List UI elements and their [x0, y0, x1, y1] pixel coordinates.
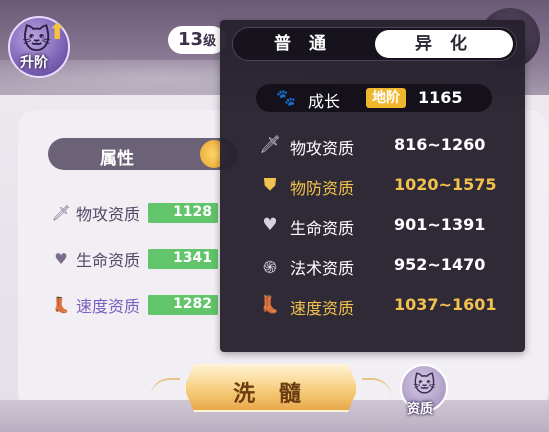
- growth-label: 成长: [308, 92, 341, 111]
- boot-icon: 👢: [259, 295, 281, 315]
- aptitude-label: 资质: [407, 402, 434, 417]
- aptitude-row-hp: ♥ 生命资质 901~1391: [258, 213, 508, 239]
- aptitude-range: 1037~1601: [394, 295, 497, 314]
- aptitude-name: 物攻资质: [290, 139, 355, 158]
- aptitude-row-magic: ֍ 法术资质 952~1470: [258, 253, 508, 279]
- swirl-icon: ֍: [263, 258, 277, 278]
- levelup-label: 升阶: [20, 55, 48, 71]
- stat-bar: 1282: [148, 295, 218, 315]
- level-indicator: 13 级: [168, 26, 227, 54]
- tab-mutant[interactable]: 异 化: [375, 30, 513, 58]
- attributes-tab-label: 属性: [100, 149, 134, 169]
- aptitude-range: 1020~1575: [394, 175, 497, 194]
- tab-normal[interactable]: 普 通: [233, 28, 373, 60]
- aptitude-name: 生命资质: [290, 219, 355, 238]
- aptitude-name: 法术资质: [290, 259, 355, 278]
- stat-value: 1341: [173, 250, 212, 266]
- shield-icon: ⛊: [263, 175, 277, 195]
- stat-row-attack: 🗡 物攻资质 1128: [50, 200, 218, 226]
- stat-name: 物攻资质: [76, 205, 141, 224]
- aptitude-name: 物防资质: [290, 179, 355, 198]
- stat-bar: 1341: [148, 249, 218, 269]
- stat-name: 速度资质: [76, 297, 141, 316]
- stat-value: 1282: [173, 296, 212, 312]
- pet-cat-icon: 🐱: [413, 373, 436, 398]
- boot-icon: 👢: [51, 296, 71, 314]
- stat-name: 生命资质: [76, 251, 141, 270]
- aptitude-name: 速度资质: [290, 299, 355, 318]
- pet-cat-icon: 🐱: [22, 23, 52, 56]
- paw-icon: 🐾: [276, 88, 296, 107]
- attributes-tab[interactable]: 属性: [48, 138, 238, 170]
- stat-bar: 1128: [148, 203, 218, 223]
- sword-icon: 🗡: [259, 135, 281, 155]
- wash-marrow-button[interactable]: 洗 髓: [184, 364, 358, 412]
- arrow-up-icon: ⬆: [48, 20, 67, 45]
- sword-icon: 🗡: [51, 204, 71, 222]
- stat-row-speed: 👢 速度资质 1282: [50, 292, 218, 318]
- level-unit: 级: [203, 34, 217, 49]
- aptitude-range: 816~1260: [394, 135, 486, 154]
- stat-row-hp: ♥ 生命资质 1341: [50, 246, 218, 272]
- aptitude-row-defense: ⛊ 物防资质 1020~1575: [258, 173, 508, 199]
- level-number: 13: [178, 29, 204, 50]
- heart-icon: ♥: [54, 250, 68, 268]
- wash-marrow-label: 洗 髓: [233, 382, 309, 407]
- growth-rank-badge: 地阶: [366, 88, 406, 108]
- aptitude-range: 952~1470: [394, 255, 486, 274]
- stat-value: 1128: [173, 204, 212, 220]
- aptitude-type-switch: 普 通 异 化: [232, 27, 517, 61]
- heart-icon: ♥: [262, 215, 278, 235]
- aptitude-row-attack: 🗡 物攻资质 816~1260: [258, 133, 508, 159]
- growth-value: 1165: [418, 88, 463, 107]
- aptitude-row-speed: 👢 速度资质 1037~1601: [258, 293, 508, 319]
- aptitude-range: 901~1391: [394, 215, 486, 234]
- growth-pill: 🐾 成长 地阶 1165: [256, 84, 492, 112]
